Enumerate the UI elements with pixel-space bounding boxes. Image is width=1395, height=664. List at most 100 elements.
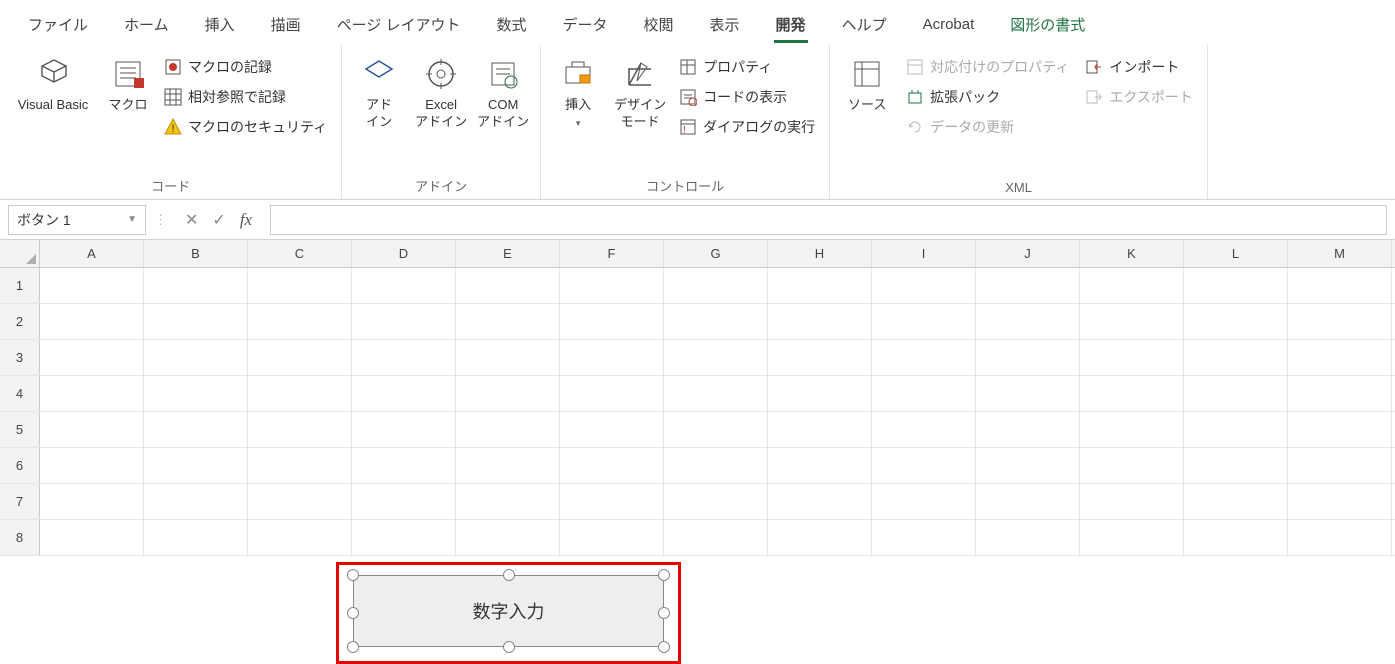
visual-basic-button[interactable]: Visual Basic bbox=[8, 49, 98, 120]
addins-button[interactable]: アド イン bbox=[350, 49, 408, 137]
cell[interactable] bbox=[1288, 304, 1392, 339]
cell[interactable] bbox=[1080, 340, 1184, 375]
cell[interactable] bbox=[1184, 412, 1288, 447]
cell[interactable] bbox=[1184, 484, 1288, 519]
resize-handle[interactable] bbox=[503, 641, 515, 653]
row-header[interactable]: 1 bbox=[0, 268, 40, 303]
cell[interactable] bbox=[872, 520, 976, 555]
run-dialog-button[interactable]: ! ダイアログの実行 bbox=[675, 115, 819, 139]
cell[interactable] bbox=[1288, 340, 1392, 375]
properties-button[interactable]: プロパティ bbox=[675, 55, 819, 79]
cell[interactable] bbox=[456, 376, 560, 411]
cell[interactable] bbox=[872, 268, 976, 303]
cell[interactable] bbox=[248, 448, 352, 483]
com-addins-button[interactable]: COM アドイン bbox=[474, 49, 532, 137]
select-all-corner[interactable] bbox=[0, 240, 40, 267]
cell[interactable] bbox=[352, 376, 456, 411]
cell[interactable] bbox=[1080, 520, 1184, 555]
tab-draw[interactable]: 描画 bbox=[255, 6, 317, 45]
cell[interactable] bbox=[352, 484, 456, 519]
cell[interactable] bbox=[1288, 412, 1392, 447]
row-header[interactable]: 6 bbox=[0, 448, 40, 483]
cell[interactable] bbox=[1184, 448, 1288, 483]
cell[interactable] bbox=[1288, 448, 1392, 483]
col-header[interactable]: I bbox=[872, 240, 976, 267]
resize-handle[interactable] bbox=[347, 569, 359, 581]
cell[interactable] bbox=[1080, 268, 1184, 303]
cell[interactable] bbox=[664, 304, 768, 339]
cell[interactable] bbox=[40, 412, 144, 447]
cell[interactable] bbox=[456, 268, 560, 303]
cell[interactable] bbox=[456, 304, 560, 339]
cell[interactable] bbox=[664, 520, 768, 555]
resize-handle[interactable] bbox=[503, 569, 515, 581]
col-header[interactable]: A bbox=[40, 240, 144, 267]
row-header[interactable]: 5 bbox=[0, 412, 40, 447]
cancel-icon[interactable]: ✕ bbox=[185, 210, 198, 230]
cell[interactable] bbox=[1288, 520, 1392, 555]
cell[interactable] bbox=[40, 448, 144, 483]
cell[interactable] bbox=[768, 412, 872, 447]
xml-source-button[interactable]: ソース bbox=[838, 49, 896, 120]
cell[interactable] bbox=[664, 484, 768, 519]
tab-review[interactable]: 校閲 bbox=[628, 6, 690, 45]
col-header[interactable]: H bbox=[768, 240, 872, 267]
cell[interactable] bbox=[456, 412, 560, 447]
cell[interactable] bbox=[976, 520, 1080, 555]
cell[interactable] bbox=[768, 304, 872, 339]
cell[interactable] bbox=[1184, 304, 1288, 339]
tab-acrobat[interactable]: Acrobat bbox=[907, 8, 991, 43]
row-header[interactable]: 4 bbox=[0, 376, 40, 411]
cell[interactable] bbox=[248, 376, 352, 411]
record-macro-button[interactable]: マクロの記録 bbox=[160, 55, 331, 79]
cell[interactable] bbox=[144, 520, 248, 555]
cell[interactable] bbox=[40, 520, 144, 555]
row-header[interactable]: 7 bbox=[0, 484, 40, 519]
cell[interactable] bbox=[976, 304, 1080, 339]
xml-import-button[interactable]: インポート bbox=[1081, 55, 1197, 79]
cell[interactable] bbox=[248, 484, 352, 519]
cell[interactable] bbox=[248, 520, 352, 555]
cell[interactable] bbox=[144, 412, 248, 447]
cell[interactable] bbox=[1288, 484, 1392, 519]
cell[interactable] bbox=[248, 340, 352, 375]
cell[interactable] bbox=[976, 376, 1080, 411]
tab-page-layout[interactable]: ページ レイアウト bbox=[321, 6, 477, 45]
cell[interactable] bbox=[976, 484, 1080, 519]
tab-view[interactable]: 表示 bbox=[694, 6, 756, 45]
col-header[interactable]: M bbox=[1288, 240, 1392, 267]
cell[interactable] bbox=[664, 268, 768, 303]
macro-security-button[interactable]: ! マクロのセキュリティ bbox=[160, 115, 331, 139]
formula-input[interactable] bbox=[270, 205, 1387, 235]
col-header[interactable]: E bbox=[456, 240, 560, 267]
tab-shape-format[interactable]: 図形の書式 bbox=[994, 6, 1101, 45]
cell[interactable] bbox=[40, 340, 144, 375]
view-code-button[interactable]: コードの表示 bbox=[675, 85, 819, 109]
cell[interactable] bbox=[872, 412, 976, 447]
cell[interactable] bbox=[768, 340, 872, 375]
cell[interactable] bbox=[560, 448, 664, 483]
cell[interactable] bbox=[1080, 448, 1184, 483]
cell[interactable] bbox=[560, 304, 664, 339]
cell[interactable] bbox=[456, 340, 560, 375]
col-header[interactable]: G bbox=[664, 240, 768, 267]
cell[interactable] bbox=[976, 268, 1080, 303]
cell[interactable] bbox=[248, 304, 352, 339]
cell[interactable] bbox=[560, 340, 664, 375]
cell[interactable] bbox=[144, 376, 248, 411]
resize-handle[interactable] bbox=[347, 607, 359, 619]
resize-handle[interactable] bbox=[658, 569, 670, 581]
cell[interactable] bbox=[1184, 376, 1288, 411]
tab-developer[interactable]: 開発 bbox=[760, 6, 822, 45]
tab-data[interactable]: データ bbox=[547, 6, 624, 45]
cell[interactable] bbox=[560, 484, 664, 519]
cell[interactable] bbox=[248, 268, 352, 303]
col-header[interactable]: B bbox=[144, 240, 248, 267]
cell[interactable] bbox=[1288, 268, 1392, 303]
col-header[interactable]: L bbox=[1184, 240, 1288, 267]
cell[interactable] bbox=[40, 304, 144, 339]
use-relative-refs-button[interactable]: 相対参照で記録 bbox=[160, 85, 331, 109]
cell[interactable] bbox=[144, 340, 248, 375]
cell[interactable] bbox=[664, 448, 768, 483]
cell[interactable] bbox=[1184, 520, 1288, 555]
